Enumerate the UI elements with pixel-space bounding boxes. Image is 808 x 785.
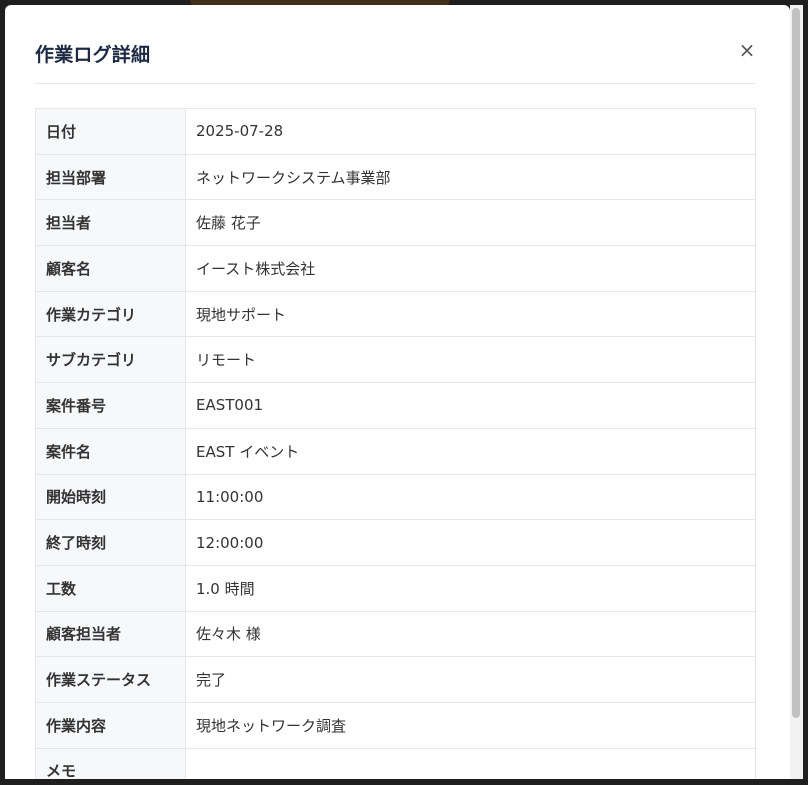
row-label: 担当者 [35,199,186,246]
detail-table-container: 日付 2025-07-28 担当部署 ネットワークシステム事業部 担当者 佐藤 … [35,108,756,779]
row-value: 現地ネットワーク調査 [185,701,756,749]
row-value: 現地サポート [185,290,756,337]
row-label: 日付 [35,108,186,155]
row-label: 開始時刻 [35,473,186,520]
row-value: ネットワークシステム事業部 [185,153,756,200]
row-label: 工数 [35,564,186,612]
table-row: 顧客名 イースト株式会社 [35,245,756,292]
row-value: EAST イベント [185,427,756,474]
table-row: 案件名 EAST イベント [35,427,756,474]
table-row: 担当者 佐藤 花子 [35,199,756,246]
modal-header: 作業ログ詳細 × [35,5,756,84]
table-row: 終了時刻 12:00:00 [35,519,756,566]
row-value: 12:00:00 [185,519,756,566]
row-value [185,747,756,779]
row-label: 作業カテゴリ [35,290,186,337]
table-row: 案件番号 EAST001 [35,382,756,429]
table-row: サブカテゴリ リモート [35,336,756,383]
modal-title: 作業ログ詳細 [35,44,151,66]
row-label: 作業ステータス [35,656,186,703]
row-value: 佐藤 花子 [185,199,756,246]
table-row: 開始時刻 11:00:00 [35,473,756,520]
table-row: 工数 1.0 時間 [35,564,756,612]
row-value: 完了 [185,656,756,703]
detail-table: 日付 2025-07-28 担当部署 ネットワークシステム事業部 担当者 佐藤 … [35,108,756,779]
table-row: 作業ステータス 完了 [35,656,756,703]
row-label: 作業内容 [35,701,186,749]
row-value: 佐々木 様 [185,610,756,657]
table-row: 作業内容 現地ネットワーク調査 [35,701,756,749]
close-icon[interactable]: × [736,39,758,61]
row-value: 2025-07-28 [185,108,756,155]
row-label: 顧客名 [35,245,186,292]
work-log-detail-modal: 作業ログ詳細 × 日付 2025-07-28 担当部署 ネットワークシステム事業… [5,5,790,779]
modal-scrollbar-thumb[interactable] [792,8,800,718]
row-value: 1.0 時間 [185,564,756,612]
table-row: メモ [35,747,756,779]
row-value: イースト株式会社 [185,245,756,292]
row-label: 担当部署 [35,153,186,200]
row-label: メモ [35,747,186,779]
row-label: 案件名 [35,427,186,474]
table-row: 作業カテゴリ 現地サポート [35,290,756,337]
row-value: リモート [185,336,756,383]
row-value: EAST001 [185,382,756,429]
table-row: 担当部署 ネットワークシステム事業部 [35,153,756,200]
row-label: サブカテゴリ [35,336,186,383]
row-label: 顧客担当者 [35,610,186,657]
table-row: 日付 2025-07-28 [35,108,756,155]
row-value: 11:00:00 [185,473,756,520]
row-label: 終了時刻 [35,519,186,566]
row-label: 案件番号 [35,382,186,429]
table-row: 顧客担当者 佐々木 様 [35,610,756,657]
